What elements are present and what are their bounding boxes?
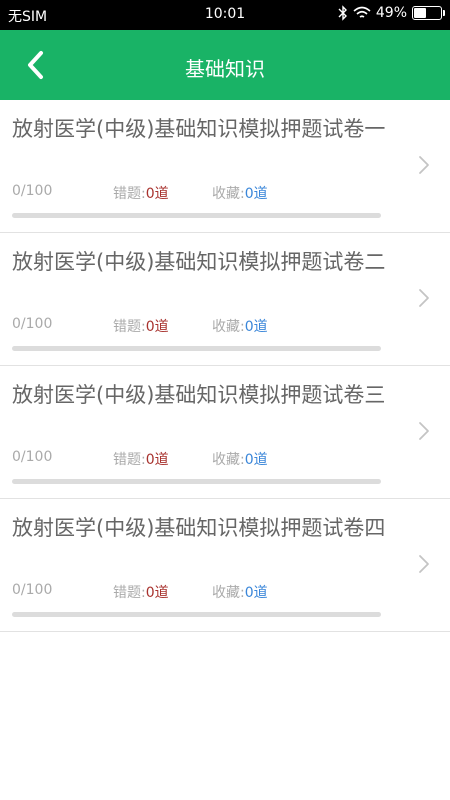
wifi-icon (353, 6, 371, 18)
nav-bar: 基础知识 (0, 30, 450, 100)
chevron-right-icon (419, 422, 429, 440)
exam-title: 放射医学(中级)基础知识模拟押题试卷四 (12, 516, 386, 540)
exam-list-item[interactable]: 放射医学(中级)基础知识模拟押题试卷四 0/100 错题:0道 收藏:0道 (0, 499, 450, 632)
exam-title: 放射医学(中级)基础知识模拟押题试卷二 (12, 250, 386, 274)
battery-percent: 49% (375, 5, 407, 21)
exam-meta: 0/100 错题:0道 收藏:0道 (12, 183, 392, 202)
exam-meta: 0/100 错题:0道 收藏:0道 (12, 449, 392, 468)
favorite-count-value: 0道 (244, 186, 268, 202)
progress-bar (12, 612, 381, 617)
exam-meta: 0/100 错题:0道 收藏:0道 (12, 582, 392, 601)
bluetooth-icon (338, 5, 347, 21)
wrong-count-label: 错题:0道 (113, 186, 169, 202)
progress-bar (12, 346, 381, 351)
progress-label: 0/100 (12, 582, 53, 598)
favorite-count-label: 收藏:0道 (212, 585, 268, 601)
wrong-count-label: 错题:0道 (113, 585, 169, 601)
chevron-right-icon (419, 156, 429, 174)
page-title: 基础知识 (185, 57, 265, 81)
chevron-right-icon (419, 289, 429, 307)
wrong-count-label: 错题:0道 (113, 319, 169, 335)
favorite-count-value: 0道 (244, 319, 268, 335)
progress-label: 0/100 (12, 316, 53, 332)
chevron-right-icon (419, 555, 429, 573)
wrong-count-value: 0道 (145, 186, 169, 202)
wrong-count-value: 0道 (145, 585, 169, 601)
exam-list-item[interactable]: 放射医学(中级)基础知识模拟押题试卷三 0/100 错题:0道 收藏:0道 (0, 366, 450, 499)
progress-bar (12, 213, 381, 218)
exam-title: 放射医学(中级)基础知识模拟押题试卷一 (12, 117, 386, 141)
wrong-count-value: 0道 (145, 452, 169, 468)
exam-list-item[interactable]: 放射医学(中级)基础知识模拟押题试卷一 0/100 错题:0道 收藏:0道 (0, 100, 450, 233)
exam-list: 放射医学(中级)基础知识模拟押题试卷一 0/100 错题:0道 收藏:0道 放射… (0, 100, 450, 632)
battery-icon (412, 6, 445, 20)
status-right: 49% (338, 5, 445, 21)
exam-title: 放射医学(中级)基础知识模拟押题试卷三 (12, 383, 386, 407)
battery-fill (414, 8, 427, 18)
favorite-count-value: 0道 (244, 452, 268, 468)
progress-label: 0/100 (12, 449, 53, 465)
wrong-count-value: 0道 (145, 319, 169, 335)
favorite-count-label: 收藏:0道 (212, 319, 268, 335)
wrong-count-label: 错题:0道 (113, 452, 169, 468)
favorite-count-value: 0道 (244, 585, 268, 601)
progress-bar (12, 479, 381, 484)
favorite-count-label: 收藏:0道 (212, 186, 268, 202)
favorite-count-label: 收藏:0道 (212, 452, 268, 468)
exam-meta: 0/100 错题:0道 收藏:0道 (12, 316, 392, 335)
status-bar: 无SIM 10:01 49% (0, 0, 450, 30)
progress-label: 0/100 (12, 183, 53, 199)
exam-list-item[interactable]: 放射医学(中级)基础知识模拟押题试卷二 0/100 错题:0道 收藏:0道 (0, 233, 450, 366)
